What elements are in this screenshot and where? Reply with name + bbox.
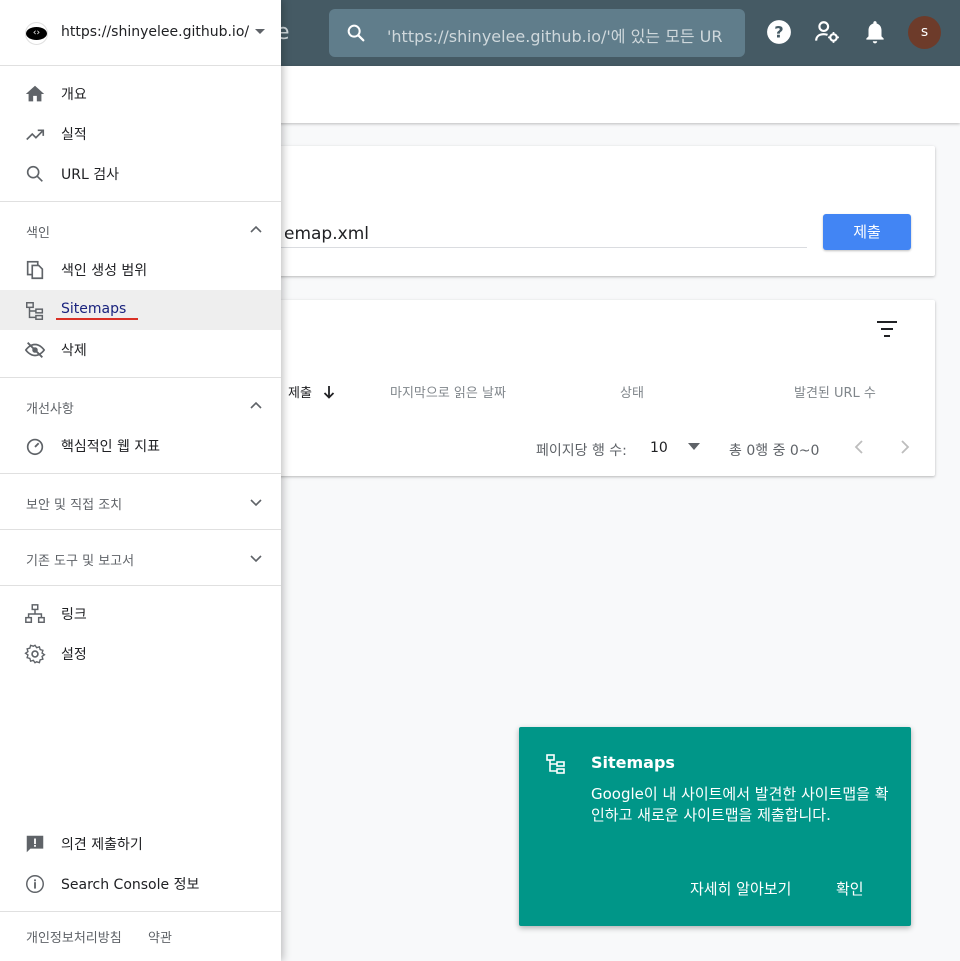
speed-gauge-icon	[26, 438, 44, 456]
column-last-read[interactable]: 마지막으로 읽은 날짜	[390, 382, 506, 401]
sidebar-item-feedback[interactable]: 의견 제출하기	[0, 823, 281, 863]
svg-text:?: ?	[774, 22, 783, 41]
column-submitted[interactable]: 제출	[288, 382, 336, 401]
info-card-title: Sitemaps	[591, 753, 675, 772]
property-url: https://shinyelee.github.io/	[61, 24, 250, 40]
sitemap-icon	[546, 754, 565, 774]
sidebar-item-url-inspection[interactable]: URL 검사	[0, 153, 281, 193]
section-index-header[interactable]: 색인	[0, 209, 281, 249]
divider	[0, 529, 281, 530]
property-favicon-icon	[25, 22, 48, 45]
chevron-down-icon	[250, 499, 262, 507]
sidebar-item-settings[interactable]: 설정	[0, 633, 281, 673]
rows-per-page-label: 페이지당 행 수:	[536, 443, 627, 459]
sidebar-item-about[interactable]: Search Console 정보	[0, 863, 281, 903]
submit-button[interactable]: 제출	[823, 214, 911, 250]
section-label: 기존 도구 및 보고서	[26, 554, 135, 569]
sidebar-item-label: Search Console 정보	[61, 877, 200, 893]
sidebar-item-overview[interactable]: 개요	[0, 73, 281, 113]
navigation-drawer: https://shinyelee.github.io/ 개요 실적 URL 검…	[0, 0, 281, 961]
sidebar-item-label: URL 검사	[61, 167, 119, 183]
links-icon	[25, 604, 45, 623]
section-label: 보안 및 직접 조치	[26, 498, 123, 513]
column-discovered-urls[interactable]: 발견된 URL 수	[794, 382, 876, 401]
chevron-down-icon	[250, 555, 262, 563]
section-label: 색인	[26, 226, 50, 241]
terms-link[interactable]: 약관	[148, 927, 172, 946]
search-input[interactable]: 'https://shinyelee.github.io/'에 있는 모든 UR	[387, 23, 727, 47]
input-underline	[270, 247, 807, 248]
settings-gear-icon	[24, 644, 46, 664]
trending-up-icon	[26, 129, 45, 141]
sidebar-item-label: 링크	[61, 607, 87, 623]
sitemaps-info-card: Sitemaps Google이 내 사이트에서 발견한 사이트맵을 확인하고 …	[519, 727, 911, 926]
add-sitemap-card: emap.xml 제출	[270, 146, 935, 276]
section-legacy-header[interactable]: 기존 도구 및 보고서	[0, 537, 281, 577]
sidebar-item-label: 색인 생성 범위	[61, 263, 148, 279]
sidebar-item-label: 핵심적인 웹 지표	[61, 439, 161, 455]
active-underline	[56, 318, 138, 320]
sidebar-item-performance[interactable]: 실적	[0, 113, 281, 153]
column-status[interactable]: 상태	[620, 382, 644, 401]
sidebar-item-label: 개요	[61, 87, 87, 103]
rows-per-page-value: 10	[650, 440, 668, 456]
next-page-icon[interactable]	[894, 436, 914, 458]
arrow-down-icon	[323, 386, 335, 399]
rows-per-page-select[interactable]: 10	[650, 440, 701, 456]
sidebar-item-label: 설정	[61, 647, 87, 663]
copy-pages-icon	[26, 260, 44, 280]
section-security-header[interactable]: 보안 및 직접 조치	[0, 481, 281, 521]
help-icon[interactable]: ?	[766, 19, 792, 45]
learn-more-button[interactable]: 자세히 알아보기	[690, 878, 791, 899]
sidebar-item-coverage[interactable]: 색인 생성 범위	[0, 249, 281, 289]
property-selector[interactable]: https://shinyelee.github.io/	[0, 0, 281, 66]
divider	[0, 585, 281, 586]
submitted-sitemaps-card: 제출 마지막으로 읽은 날짜 상태 발견된 URL 수 페이지당 행 수: 10…	[270, 300, 935, 476]
column-submitted-label: 제출	[288, 386, 312, 401]
home-icon	[25, 85, 45, 102]
url-inspection-search[interactable]: 'https://shinyelee.github.io/'에 있는 모든 UR	[329, 9, 745, 57]
account-avatar[interactable]: s	[908, 16, 941, 49]
chevron-up-icon	[250, 401, 262, 409]
feedback-icon	[26, 835, 44, 853]
sidebar-item-label: 의견 제출하기	[61, 837, 143, 853]
sidebar-item-removals[interactable]: 삭제	[0, 329, 281, 369]
search-icon	[347, 24, 365, 42]
filter-icon[interactable]	[874, 318, 900, 340]
dropdown-arrow-icon	[255, 29, 265, 34]
chevron-up-icon	[250, 225, 262, 233]
pagination-range: 총 0행 중 0~0	[729, 443, 820, 459]
sidebar-item-sitemaps[interactable]: Sitemaps	[0, 290, 281, 330]
privacy-policy-link[interactable]: 개인정보처리방침	[26, 927, 122, 946]
search-icon	[26, 165, 43, 182]
sidebar-item-label: 실적	[61, 127, 87, 143]
info-icon	[26, 875, 44, 893]
notifications-icon[interactable]	[862, 19, 888, 45]
section-label: 개선사항	[26, 402, 74, 417]
manage-users-icon[interactable]	[814, 19, 840, 45]
sidebar-item-label: Sitemaps	[61, 301, 127, 317]
info-card-body: Google이 내 사이트에서 발견한 사이트맵을 확인하고 새로운 사이트맵을…	[591, 785, 889, 824]
sidebar-item-links[interactable]: 링크	[0, 593, 281, 633]
sitemap-url-input[interactable]: emap.xml	[284, 224, 369, 244]
section-enhancements-header[interactable]: 개선사항	[0, 385, 281, 425]
ok-button[interactable]: 확인	[836, 878, 864, 899]
divider	[0, 911, 281, 912]
visibility-off-icon	[24, 342, 46, 358]
dropdown-arrow-icon	[688, 443, 701, 450]
divider	[0, 201, 281, 202]
sidebar-item-label: 삭제	[61, 343, 87, 359]
divider	[0, 377, 281, 378]
previous-page-icon[interactable]	[850, 436, 870, 458]
divider	[0, 473, 281, 474]
sidebar-item-core-web-vitals[interactable]: 핵심적인 웹 지표	[0, 425, 281, 465]
sitemap-icon	[26, 302, 44, 320]
